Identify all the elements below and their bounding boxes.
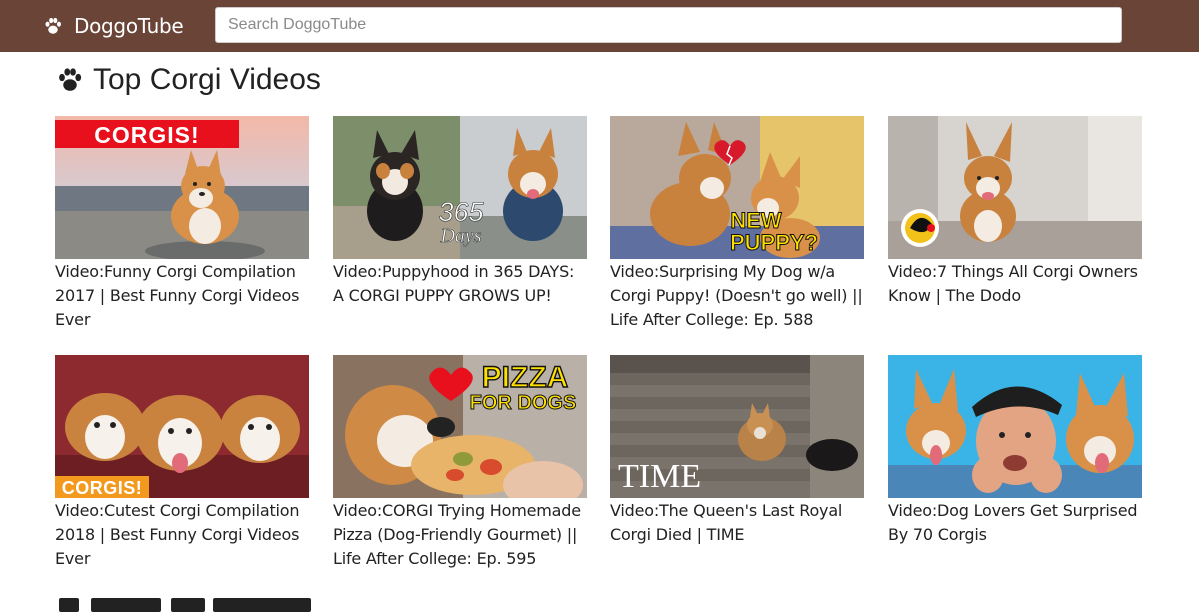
video-title[interactable]: Video:Funny Corgi Compilation 2017 | Bes… [55, 259, 309, 332]
paw-icon [59, 68, 82, 91]
brand-logo[interactable]: DoggoTube [42, 13, 184, 39]
video-thumbnail[interactable]: TIME [610, 355, 864, 498]
thumbnail-overlay-text: TIME [618, 458, 701, 495]
video-thumbnail-image: NEW PUPPY? [610, 116, 864, 259]
thumbnail-overlay-text: CORGIS! [94, 122, 199, 148]
section-heading: Top Corgi Videos [55, 60, 321, 100]
video-title[interactable]: Video:CORGI Trying Homemade Pizza (Dog-F… [333, 498, 587, 571]
thumbnail-overlay-number: 365 [438, 197, 484, 227]
video-thumbnail-image [888, 116, 1142, 259]
video-thumbnail-image: CORGIS! [55, 355, 309, 498]
thumbnail-overlay-text: CORGIS! [62, 478, 143, 498]
thumbnail-overlay-word: Days [439, 225, 481, 247]
video-thumbnail-image: CORGIS! [55, 116, 309, 259]
video-thumbnail-image [888, 355, 1142, 498]
section-title: Top Corgi Videos [93, 63, 321, 96]
video-card[interactable]: NEW PUPPY? Video:Surprising My Dog w/a C… [610, 116, 864, 332]
video-thumbnail[interactable] [888, 116, 1142, 259]
search-input[interactable] [215, 7, 1122, 43]
video-title[interactable]: Video:Dog Lovers Get Surprised By 70 Cor… [888, 498, 1142, 547]
video-thumbnail[interactable]: CORGIS! [55, 116, 309, 259]
video-title[interactable]: Video:Puppyhood in 365 DAYS: A CORGI PUP… [333, 259, 587, 308]
video-thumbnail[interactable]: 365 Days [333, 116, 587, 259]
thumbnail-overlay-line2: PUPPY? [730, 230, 818, 255]
top-navigation-bar: DoggoTube [0, 0, 1199, 52]
video-card[interactable]: CORGIS! Video:Cutest Corgi Compilation 2… [55, 355, 309, 571]
thumbnail-overlay-line1: PIZZA [482, 361, 569, 394]
video-card[interactable]: TIME Video:The Queen's Last Royal Corgi … [610, 355, 864, 547]
video-card[interactable]: PIZZA FOR DOGS Video:CORGI Trying Homema… [333, 355, 587, 571]
video-thumbnail-image: TIME [610, 355, 864, 498]
thumbnail-overlay-line2: FOR DOGS [470, 392, 577, 414]
video-thumbnail[interactable] [888, 355, 1142, 498]
app-name: DoggoTube [74, 14, 184, 38]
video-card[interactable]: Video:7 Things All Corgi Owners Know | T… [888, 116, 1142, 308]
video-thumbnail[interactable]: NEW PUPPY? [610, 116, 864, 259]
video-thumbnail[interactable]: PIZZA FOR DOGS [333, 355, 587, 498]
video-card[interactable]: Video:Dog Lovers Get Surprised By 70 Cor… [888, 355, 1142, 547]
video-title[interactable]: Video:Surprising My Dog w/a Corgi Puppy!… [610, 259, 864, 332]
video-title[interactable]: Video:Cutest Corgi Compilation 2018 | Be… [55, 498, 309, 571]
video-thumbnail-image: 365 Days [333, 116, 587, 259]
video-title[interactable]: Video:The Queen's Last Royal Corgi Died … [610, 498, 864, 547]
next-section-heading-partial [55, 592, 355, 612]
video-title[interactable]: Video:7 Things All Corgi Owners Know | T… [888, 259, 1142, 308]
video-card[interactable]: CORGIS! Video:Funny Corgi Compilation 20… [55, 116, 309, 332]
video-thumbnail-image: PIZZA FOR DOGS [333, 355, 587, 498]
video-thumbnail[interactable]: CORGIS! [55, 355, 309, 498]
paw-icon [45, 17, 61, 34]
video-card[interactable]: 365 Days Video:Puppyhood in 365 DAYS: A … [333, 116, 587, 308]
